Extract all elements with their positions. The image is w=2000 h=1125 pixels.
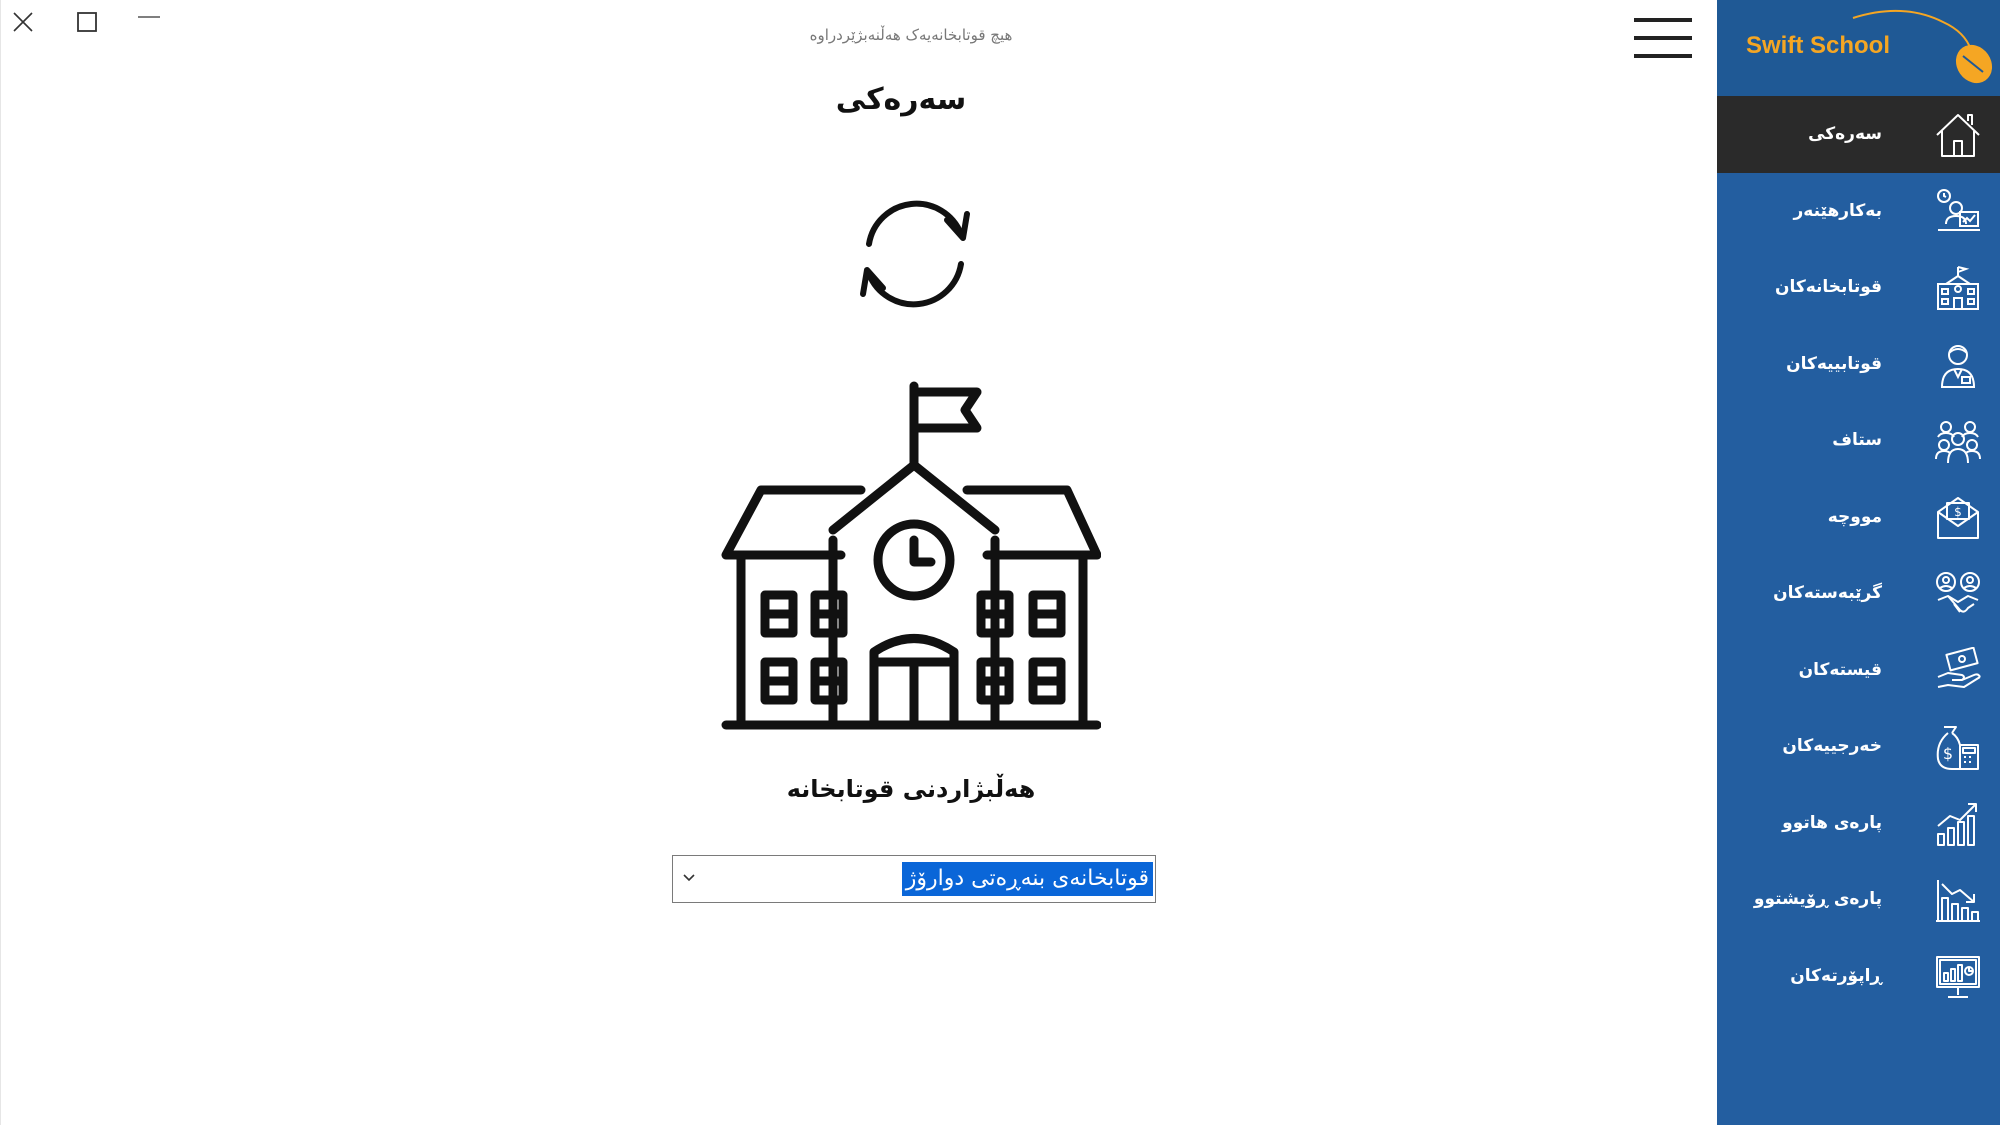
refresh-icon[interactable] bbox=[849, 192, 981, 316]
user-admin-icon bbox=[1937, 188, 1980, 231]
svg-text:$: $ bbox=[1943, 744, 1953, 763]
student-icon bbox=[1940, 344, 1976, 388]
sidebar-item-installments[interactable]: قیستەکان bbox=[1717, 632, 2000, 709]
sidebar: Swift School سەرەکی بەکارهێنەر قوتابخانە… bbox=[1717, 0, 2000, 1125]
contract-handshake-icon bbox=[1936, 572, 1980, 613]
sidebar-item-students[interactable]: قوتابییەکان bbox=[1717, 326, 2000, 403]
status-text: هیچ قوتابخانەیەک هەڵنەبژێردراوە bbox=[809, 26, 1013, 44]
outgoing-chart-icon bbox=[1936, 880, 1980, 922]
chevron-down-icon[interactable] bbox=[681, 870, 697, 886]
reports-monitor-icon bbox=[1936, 955, 1980, 998]
sidebar-item-label: سەرەکی bbox=[1808, 124, 1882, 144]
sidebar-item-contracts[interactable]: گرێبەستەکان bbox=[1717, 555, 2000, 632]
sidebar-item-staff[interactable]: ستاف bbox=[1717, 402, 2000, 479]
sidebar-item-outgoing[interactable]: پارەی ڕۆیشتوو bbox=[1717, 861, 2000, 938]
sidebar-item-label: پارەی هاتوو bbox=[1782, 812, 1882, 833]
home-icon bbox=[1936, 114, 1980, 157]
sidebar-item-expenses[interactable]: خەرجییەکان $ bbox=[1717, 708, 2000, 785]
mouse-logo-icon bbox=[1852, 9, 1993, 84]
salary-envelope-icon: $ bbox=[1937, 496, 1979, 539]
sidebar-item-income[interactable]: پارەی هاتوو bbox=[1717, 785, 2000, 862]
sidebar-item-reports[interactable]: ڕاپۆرتەکان bbox=[1717, 938, 2000, 1015]
sidebar-item-label: گرێبەستەکان bbox=[1773, 583, 1882, 603]
sidebar-item-label: قیستەکان bbox=[1798, 659, 1882, 680]
svg-text:$: $ bbox=[1954, 505, 1962, 519]
sidebar-item-label: مووچە bbox=[1827, 506, 1882, 527]
school-select-dropdown[interactable]: قوتابخانەی بنەڕەتی دوارۆژ bbox=[672, 855, 1156, 903]
sidebar-item-label: پارەی ڕۆیشتوو bbox=[1753, 889, 1882, 909]
brand-header: Swift School bbox=[1717, 0, 2000, 96]
sidebar-item-label: قوتابییەکان bbox=[1786, 353, 1882, 374]
school-select-label: هەڵبژاردنی قوتابخانە bbox=[786, 775, 1036, 803]
sidebar-item-label: بەکارهێنەر bbox=[1793, 200, 1882, 221]
sidebar-nav: سەرەکی بەکارهێنەر قوتابخانەکان قوتابییەک… bbox=[1717, 96, 2000, 1014]
sidebar-item-label: ستاف bbox=[1832, 430, 1882, 450]
close-icon[interactable] bbox=[3, 4, 43, 40]
school-select-value: قوتابخانەی بنەڕەتی دوارۆژ bbox=[901, 862, 1153, 896]
income-chart-icon bbox=[1937, 802, 1977, 846]
maximize-icon[interactable] bbox=[67, 4, 107, 40]
app-window: هیچ قوتابخانەیەک هەڵنەبژێردراوە سەرەکی ه… bbox=[0, 0, 2000, 1125]
sidebar-item-label: ڕاپۆرتەکان bbox=[1790, 965, 1882, 986]
sidebar-item-users[interactable]: بەکارهێنەر bbox=[1717, 173, 2000, 250]
sidebar-item-home[interactable]: سەرەکی bbox=[1717, 96, 2000, 173]
school-building-icon bbox=[1937, 266, 1979, 310]
staff-group-icon bbox=[1935, 421, 1981, 464]
sidebar-item-salary[interactable]: مووچە $ bbox=[1717, 479, 2000, 556]
hamburger-menu-icon[interactable] bbox=[1633, 16, 1693, 60]
sidebar-item-schools[interactable]: قوتابخانەکان bbox=[1717, 249, 2000, 326]
installment-hand-icon bbox=[1937, 646, 1981, 688]
school-building-illustration bbox=[721, 380, 1102, 730]
sidebar-item-label: خەرجییەکان bbox=[1782, 736, 1882, 756]
expenses-icon: $ bbox=[1936, 726, 1979, 770]
sidebar-item-label: قوتابخانەکان bbox=[1774, 277, 1882, 297]
main-content: هیچ قوتابخانەیەک هەڵنەبژێردراوە سەرەکی ه… bbox=[0, 0, 1717, 1125]
page-title: سەرەکی bbox=[835, 82, 967, 117]
minimize-icon[interactable] bbox=[129, 4, 169, 40]
